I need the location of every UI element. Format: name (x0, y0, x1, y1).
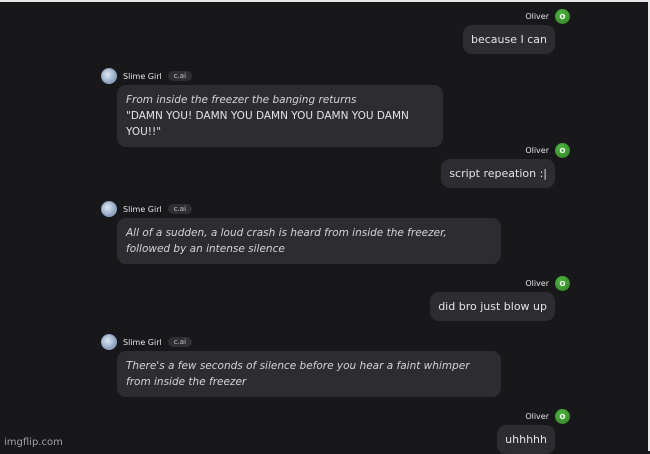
message-dialogue-text: "DAMN YOU! DAMN YOU DAMN YOU DAMN YOU DA… (126, 110, 409, 138)
bot-name: Slime Girl (123, 204, 162, 214)
user-message-bubble[interactable]: script repeation :| (441, 159, 555, 188)
user-name: Oliver (525, 279, 549, 288)
cai-badge: c.ai (167, 204, 193, 214)
message-text: did bro just blow up (438, 300, 547, 313)
user-avatar[interactable]: O (555, 409, 570, 424)
user-header: Oliver O (525, 276, 570, 291)
top-edge (0, 0, 650, 2)
user-name: Oliver (525, 412, 549, 421)
user-header: Oliver O (525, 9, 570, 24)
bot-name: Slime Girl (123, 71, 162, 81)
user-message-bubble[interactable]: because I can (462, 25, 555, 54)
message-text: script repeation :| (449, 167, 547, 180)
bot-message-bubble[interactable]: There's a few seconds of silence before … (117, 351, 501, 397)
bot-header: Slime Girl c.ai (101, 68, 193, 84)
cai-badge: c.ai (167, 71, 193, 81)
message-text: uhhhhh (505, 433, 547, 446)
user-message-bubble[interactable]: did bro just blow up (430, 292, 555, 321)
bot-header: Slime Girl c.ai (101, 334, 193, 350)
message-action-text: There's a few seconds of silence before … (126, 360, 470, 388)
user-avatar[interactable]: O (555, 143, 570, 158)
bot-message-bubble[interactable]: From inside the freezer the banging retu… (117, 85, 443, 147)
user-message-bubble[interactable]: uhhhhh (497, 425, 555, 454)
user-avatar[interactable]: O (555, 276, 570, 291)
bot-message-bubble[interactable]: All of a sudden, a loud crash is heard f… (117, 218, 501, 264)
bot-name: Slime Girl (123, 337, 162, 347)
message-text: because I can (470, 33, 547, 46)
message-action-text: From inside the freezer the banging retu… (126, 94, 357, 106)
user-avatar[interactable]: O (555, 9, 570, 24)
user-name: Oliver (525, 146, 549, 155)
user-header: Oliver O (525, 409, 570, 424)
bot-avatar[interactable] (101, 201, 117, 217)
imgflip-watermark: imgflip.com (4, 437, 63, 448)
user-name: Oliver (525, 12, 549, 21)
bot-avatar[interactable] (101, 334, 117, 350)
bot-header: Slime Girl c.ai (101, 201, 193, 217)
user-header: Oliver O (525, 143, 570, 158)
bot-avatar[interactable] (101, 68, 117, 84)
cai-badge: c.ai (167, 337, 193, 347)
message-action-text: All of a sudden, a loud crash is heard f… (126, 227, 447, 255)
